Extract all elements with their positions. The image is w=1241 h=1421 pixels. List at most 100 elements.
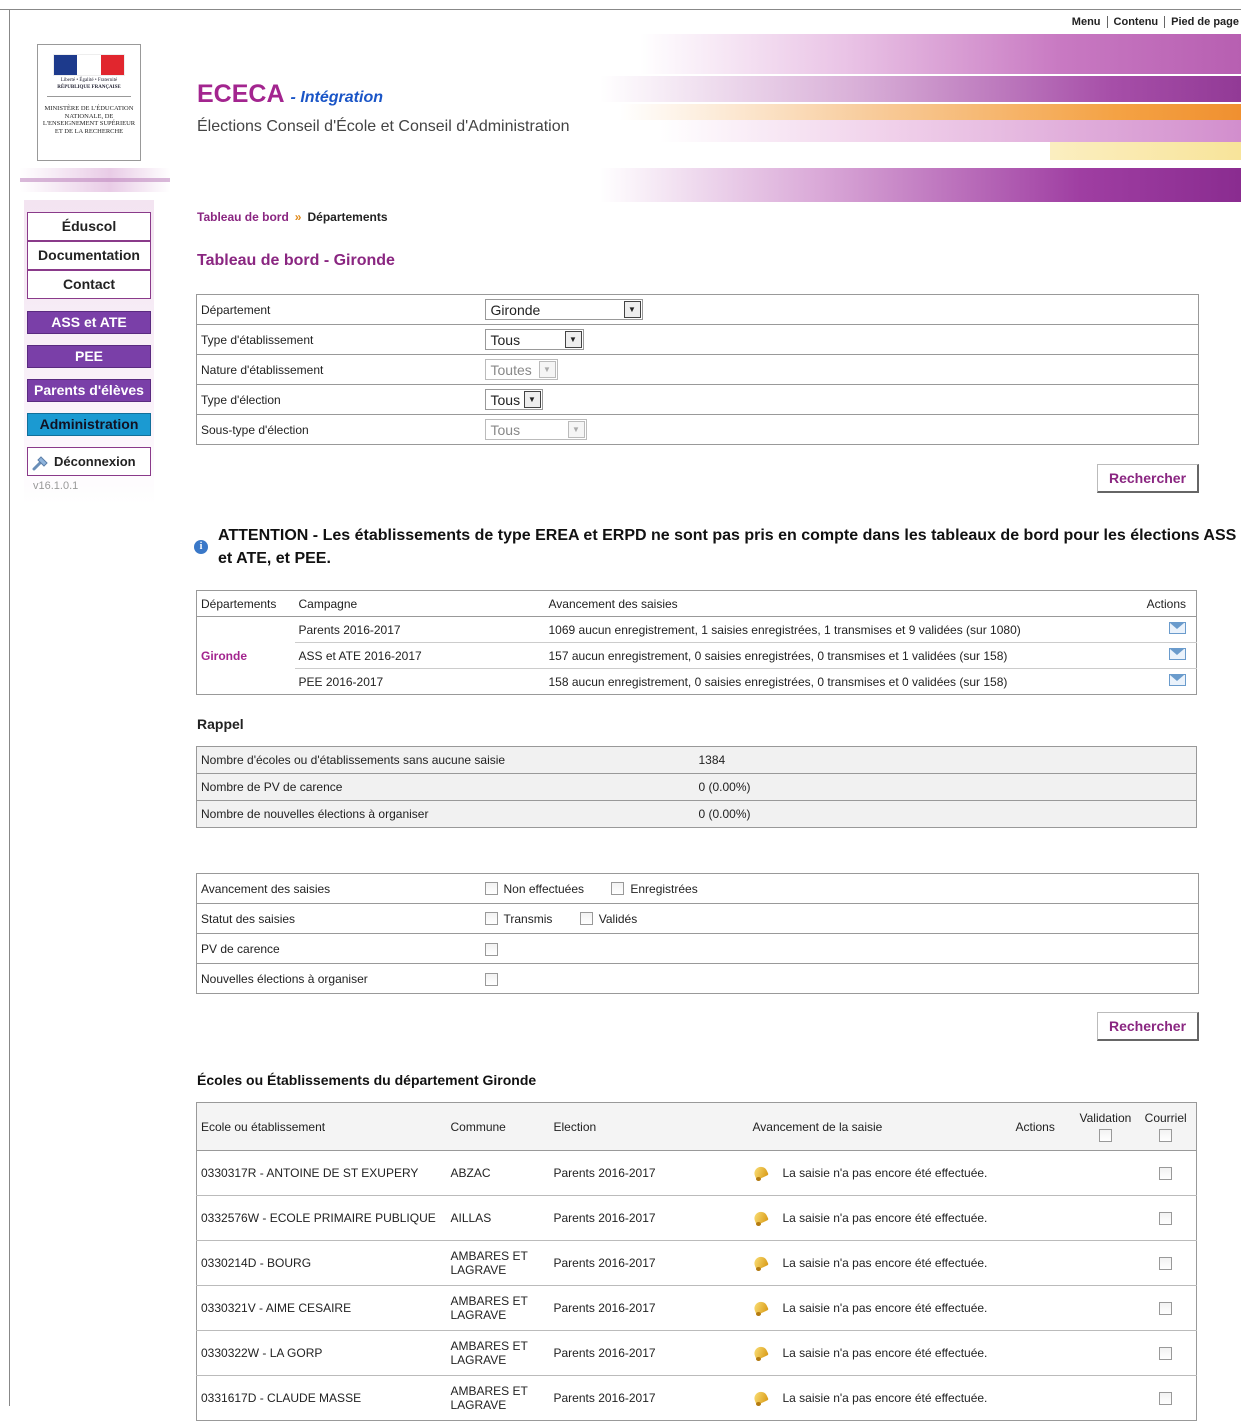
checkbox-label: Non effectuées (503, 881, 585, 896)
status-text: La saisie n'a pas encore été effectuée. (782, 1300, 988, 1315)
top-link-pied-de-page[interactable]: Pied de page (1171, 16, 1239, 28)
filter-row: Nouvelles élections à organiser (196, 963, 1199, 994)
table-row: Nombre de nouvelles élections à organise… (196, 800, 1197, 828)
checkbox-label: Transmis (503, 911, 553, 926)
filter-value-cell (480, 933, 1199, 964)
validation-cell (1075, 1240, 1136, 1286)
establishment-name[interactable]: 0330214D - BOURG (196, 1240, 447, 1286)
column-header: Courriel (1144, 1111, 1187, 1125)
column-header: Avancement de la saisie (748, 1102, 1012, 1151)
app-environment: - Intégration (290, 89, 383, 106)
establishment-name[interactable]: 0330321V - AIME CESAIRE (196, 1285, 447, 1331)
filter-row: Type d'élection Tous ▼ (196, 384, 1199, 415)
select-value: Gironde (490, 301, 541, 318)
courriel-checkbox[interactable] (1159, 1257, 1173, 1271)
campaign-progress: 1069 aucun enregistrement, 1 saisies enr… (548, 622, 1021, 637)
nature-etablissement-select: Toutes ▼ (484, 359, 558, 380)
establishment-name[interactable]: 0332576W - ECOLE PRIMAIRE PUBLIQUE (196, 1195, 447, 1241)
filter-label: Département (201, 302, 271, 317)
sidebar-item-documentation[interactable]: Documentation (27, 241, 151, 270)
top-link-separator (1106, 16, 1108, 29)
breadcrumb-home[interactable]: Tableau de bord (197, 210, 289, 224)
type-election-select[interactable]: Tous ▼ (484, 389, 543, 410)
header-band (640, 34, 1241, 74)
actions-cell (1011, 1240, 1076, 1286)
bell-icon (753, 1345, 769, 1361)
enregistrees-checkbox[interactable] (611, 882, 625, 896)
sidebar-item-contact[interactable]: Contact (27, 270, 151, 299)
header-band (600, 168, 1241, 202)
rappel-value: 0 (0.00%) (694, 800, 1197, 828)
departement-select[interactable]: Gironde ▼ (484, 299, 643, 320)
status-cell: La saisie n'a pas encore été effectuée. (748, 1375, 1012, 1421)
select-value: Tous (490, 391, 521, 408)
top-link-separator (1164, 16, 1166, 29)
breadcrumb: Tableau de bord » Départements (197, 210, 388, 224)
establishment-name[interactable]: 0330317R - ANTOINE DE ST EXUPERY (196, 1150, 447, 1196)
non-effectuees-checkbox[interactable] (484, 882, 498, 896)
filter-value-cell: Transmis Validés (480, 903, 1199, 934)
election: Parents 2016-2017 (549, 1330, 749, 1376)
courriel-checkbox[interactable] (1159, 1347, 1173, 1361)
campaign-progress: 158 aucun enregistrement, 0 saisies enre… (544, 668, 1137, 695)
valides-checkbox[interactable] (579, 912, 593, 926)
establishments-table: Ecole ou établissement Commune Election … (196, 1102, 1197, 1421)
table-row: 0330321V - AIME CESAIRE AMBARES ET LAGRA… (196, 1285, 1197, 1331)
sidebar-item-ass-ate[interactable]: ASS et ATE (27, 311, 151, 334)
mail-icon[interactable] (1169, 648, 1186, 660)
page-title: Tableau de bord - Gironde (197, 252, 395, 269)
filter-label: Nature d'établissement (196, 354, 481, 385)
pv-carence-checkbox[interactable] (484, 942, 498, 956)
department-link[interactable]: Gironde (197, 617, 295, 695)
transmis-checkbox[interactable] (484, 912, 498, 926)
top-link-menu[interactable]: Menu (1072, 16, 1101, 28)
sidebar-band (20, 178, 170, 182)
header-band (660, 120, 1241, 142)
filter-label: PV de carence (196, 933, 481, 964)
status-cell: La saisie n'a pas encore été effectuée. (748, 1240, 1012, 1286)
actions-cell (1011, 1330, 1076, 1376)
column-header: Validation (1079, 1111, 1132, 1125)
courriel-checkbox[interactable] (1159, 1392, 1173, 1406)
logout-icon (32, 455, 48, 471)
ministry-logo[interactable]: Liberté • Égalité • Fraternité Républiqu… (37, 44, 141, 161)
courriel-checkbox[interactable] (1159, 1302, 1173, 1316)
validation-select-all-checkbox[interactable] (1098, 1129, 1112, 1142)
filter-value-cell: Toutes ▼ (480, 354, 1199, 385)
logout-button[interactable]: Déconnexion (27, 447, 151, 476)
commune: AMBARES ET LAGRAVE (446, 1285, 550, 1331)
commune: AILLAS (446, 1195, 550, 1241)
column-header: Actions (1136, 590, 1197, 617)
establishment-name[interactable]: 0331617D - CLAUDE MASSE (196, 1375, 447, 1421)
filter-row: Département Gironde ▼ (197, 295, 1199, 325)
actions-cell (1137, 617, 1197, 643)
type-etablissement-select[interactable]: Tous ▼ (484, 329, 584, 350)
status-text: La saisie n'a pas encore été effectuée. (782, 1255, 988, 1270)
nouvelles-elections-checkbox[interactable] (484, 972, 498, 986)
establishment-name[interactable]: 0330322W - LA GORP (196, 1330, 447, 1376)
sidebar-item-parents[interactable]: Parents d'élèves (27, 379, 151, 402)
actions-cell (1011, 1375, 1076, 1421)
filter-value-cell: Tous ▼ (480, 384, 1199, 415)
courriel-select-all-checkbox[interactable] (1159, 1129, 1173, 1142)
validation-header: Validation (1075, 1102, 1136, 1151)
top-link-contenu[interactable]: Contenu (1114, 16, 1159, 28)
bell-icon (753, 1210, 769, 1226)
sidebar-item-pee[interactable]: PEE (27, 345, 151, 368)
search-button[interactable]: Rechercher (1097, 464, 1200, 493)
search-button[interactable]: Rechercher (1097, 1012, 1200, 1041)
bell-icon (753, 1300, 769, 1316)
sidebar-item-eduscol[interactable]: Éduscol (27, 212, 151, 241)
courriel-checkbox[interactable] (1159, 1167, 1173, 1181)
logo-republic: République Française (57, 85, 121, 90)
sidebar-item-administration[interactable]: Administration (27, 413, 151, 436)
filter-value-cell (480, 963, 1199, 994)
courriel-checkbox[interactable] (1159, 1212, 1173, 1226)
courriel-cell (1135, 1375, 1197, 1421)
mail-icon[interactable] (1169, 674, 1186, 686)
actions-cell (1011, 1195, 1076, 1241)
select-value: Toutes (490, 361, 532, 378)
column-header: Actions (1011, 1102, 1076, 1151)
mail-icon[interactable] (1169, 622, 1186, 634)
warning-text: ATTENTION - Les établissements de type E… (218, 527, 1237, 567)
